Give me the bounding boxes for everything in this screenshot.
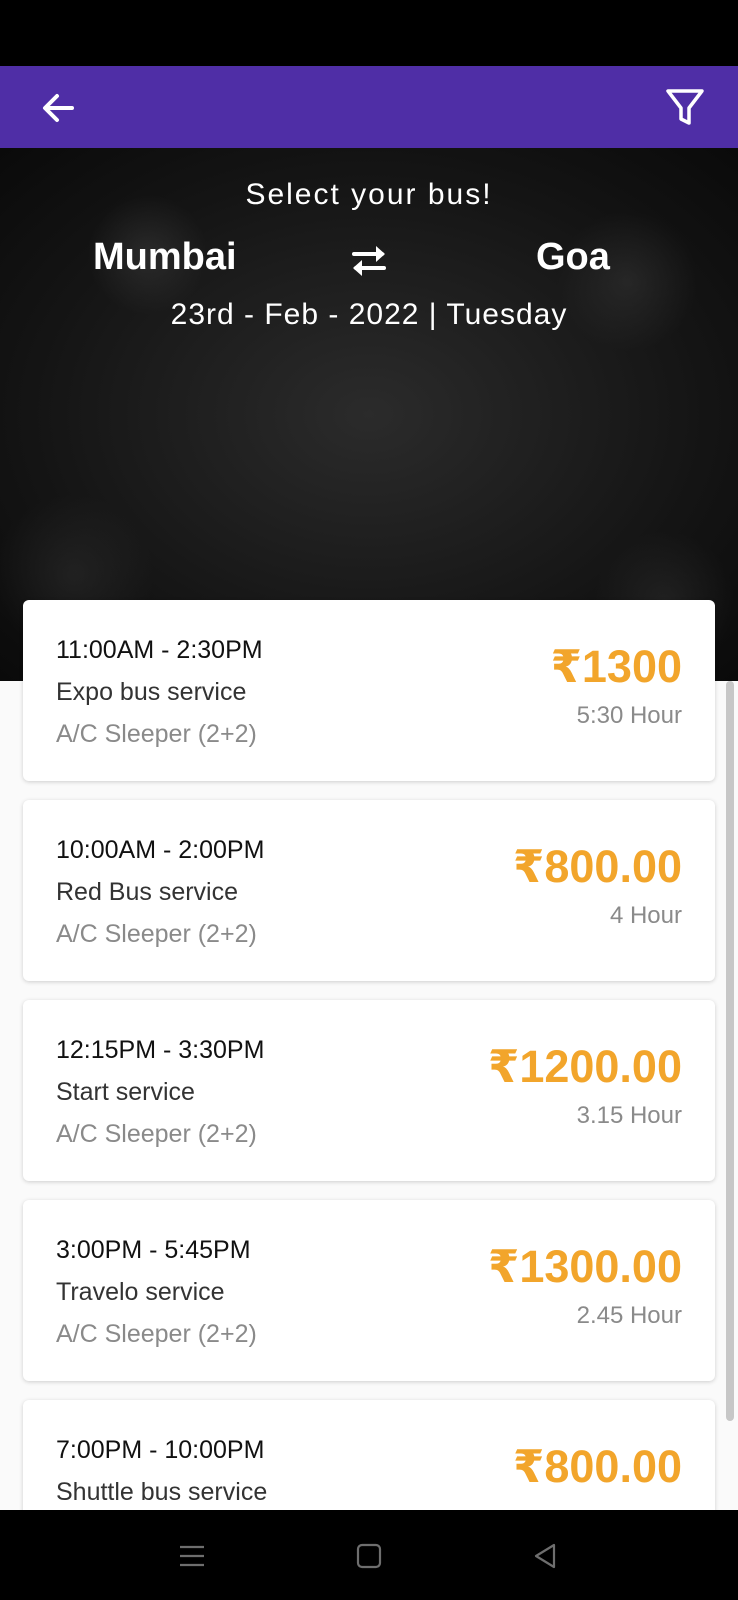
trip-date[interactable]: 23rd - Feb - 2022 | Tuesday <box>0 298 738 332</box>
bus-fare: ₹1300.00 <box>488 1241 682 1292</box>
system-nav-bar <box>0 1510 738 1600</box>
status-bar <box>0 0 738 66</box>
from-city[interactable]: Mumbai <box>93 236 237 279</box>
bus-type: A/C Sleeper (2+2) <box>56 1320 257 1348</box>
menu-button[interactable] <box>172 1536 212 1576</box>
bus-duration: 5:30 Hour <box>576 702 682 729</box>
bus-operator: Shuttle bus service <box>56 1478 268 1506</box>
bus-time: 12:15PM - 3:30PM <box>56 1036 265 1064</box>
bus-fare: ₹1300 <box>550 641 682 692</box>
route: Mumbai Goa <box>0 236 738 286</box>
hero-title: Select your bus! <box>245 178 493 211</box>
bus-card[interactable]: 10:00AM - 2:00PM Red Bus service A/C Sle… <box>23 800 715 981</box>
bus-fare: ₹800.00 <box>513 1441 682 1492</box>
bus-time: 11:00AM - 2:30PM <box>56 636 263 664</box>
bus-operator: Start service <box>56 1078 195 1106</box>
app-bar <box>0 66 738 148</box>
filter-icon <box>666 89 704 125</box>
bus-operator: Travelo service <box>56 1278 225 1306</box>
home-button[interactable] <box>349 1536 389 1576</box>
menu-icon <box>180 1545 204 1567</box>
bus-operator: Red Bus service <box>56 878 239 906</box>
scrollbar[interactable] <box>726 681 734 1421</box>
bus-duration: 4 Hour <box>609 902 682 929</box>
bus-time: 7:00PM - 10:00PM <box>56 1436 265 1464</box>
bus-operator: Expo bus service <box>56 678 247 706</box>
bus-type: A/C Sleeper (2+2) <box>56 1120 257 1148</box>
back-nav-button[interactable] <box>525 1536 565 1576</box>
bus-time: 10:00AM - 2:00PM <box>56 836 265 864</box>
bus-time: 3:00PM - 5:45PM <box>56 1236 251 1264</box>
bus-card[interactable]: 11:00AM - 2:30PM Expo bus service A/C Sl… <box>23 600 715 781</box>
bus-type: A/C Sleeper (2+2) <box>56 920 257 948</box>
bus-fare: ₹800.00 <box>513 841 682 892</box>
bus-duration: 2.45 Hour <box>576 1302 682 1329</box>
arrow-left-icon <box>43 94 74 122</box>
back-triangle-icon <box>534 1543 556 1569</box>
home-square-icon <box>356 1543 382 1569</box>
back-button[interactable] <box>34 84 82 132</box>
to-city[interactable]: Goa <box>536 236 610 279</box>
bus-card[interactable]: 3:00PM - 5:45PM Travelo service A/C Slee… <box>23 1200 715 1381</box>
bus-fare: ₹1200.00 <box>488 1041 682 1092</box>
filter-button[interactable] <box>660 82 710 132</box>
bus-type: A/C Sleeper (2+2) <box>56 720 257 748</box>
swap-arrows-icon[interactable] <box>348 242 390 278</box>
bus-duration: 3.15 Hour <box>576 1102 682 1129</box>
bus-card[interactable]: 12:15PM - 3:30PM Start service A/C Sleep… <box>23 1000 715 1181</box>
